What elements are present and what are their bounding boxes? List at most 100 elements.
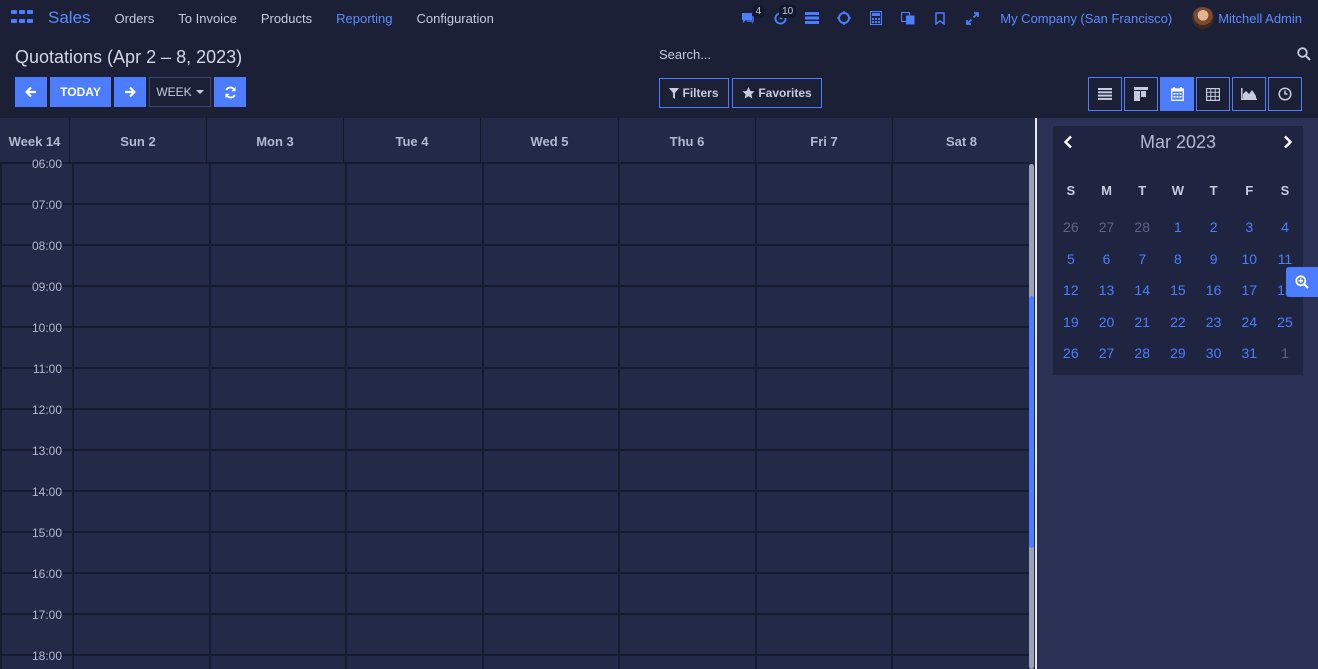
mini-calendar-week: 26 27 28 29 30 31 1 <box>1053 345 1303 361</box>
calculator-icon <box>870 11 883 25</box>
next-button[interactable] <box>114 77 146 107</box>
hour-row[interactable]: 17:00 <box>0 574 1030 622</box>
hour-row[interactable]: 11:00 <box>0 328 1030 376</box>
hour-row[interactable]: 08:00 <box>0 205 1030 253</box>
chevron-right-icon[interactable] <box>1283 135 1293 149</box>
user-avatar[interactable] <box>1192 7 1215 29</box>
day-cell[interactable]: 25 <box>1267 314 1303 330</box>
day-cell[interactable]: 15 <box>1160 282 1196 298</box>
search-icon[interactable] <box>1297 47 1311 61</box>
view-activity-button[interactable] <box>1268 77 1302 111</box>
calendar-scroll-thumb[interactable] <box>1029 296 1034 548</box>
day-cell[interactable]: 16 <box>1196 282 1232 298</box>
hour-row[interactable]: 12:00 <box>0 369 1030 417</box>
favorites-button[interactable]: Favorites <box>732 78 822 108</box>
day-cell[interactable]: 8 <box>1160 251 1196 267</box>
day-cell[interactable]: 14 <box>1124 282 1160 298</box>
day-cell[interactable]: 19 <box>1053 314 1089 330</box>
refresh-button[interactable] <box>214 77 246 107</box>
language-button[interactable] <box>892 0 924 36</box>
menu-reporting[interactable]: Reporting <box>324 11 404 26</box>
day-cell[interactable]: 23 <box>1196 314 1232 330</box>
table-icon <box>1206 87 1220 101</box>
time-grid[interactable]: 06:00 07:00 08:00 09:00 10:00 11:00 12:0… <box>0 157 1030 669</box>
day-cell[interactable]: 31 <box>1231 345 1267 361</box>
list-toggle-button[interactable] <box>796 0 828 36</box>
mini-calendar-title: Mar 2023 <box>1139 131 1217 152</box>
bookmark-icon <box>935 11 945 25</box>
menu-configuration[interactable]: Configuration <box>405 11 506 26</box>
day-cell[interactable]: 27 <box>1089 219 1125 235</box>
hour-row[interactable]: 10:00 <box>0 287 1030 335</box>
day-cell[interactable]: 1 <box>1267 345 1303 361</box>
day-cell[interactable]: 1 <box>1160 219 1196 235</box>
calculator-button[interactable] <box>860 0 892 36</box>
search-input[interactable] <box>659 44 1279 62</box>
hour-row[interactable]: 15:00 <box>0 492 1030 540</box>
previous-button[interactable] <box>15 77 47 107</box>
day-cell[interactable]: 27 <box>1089 345 1125 361</box>
company-switcher[interactable]: My Company (San Francisco) <box>1000 11 1172 26</box>
day-cell[interactable]: 20 <box>1089 314 1125 330</box>
messages-button[interactable]: 4 <box>732 0 765 36</box>
day-cell[interactable]: 11 <box>1267 251 1303 267</box>
view-list-button[interactable] <box>1088 77 1122 111</box>
grid-line <box>72 164 74 669</box>
menu-orders[interactable]: Orders <box>103 11 167 26</box>
day-cell[interactable]: 24 <box>1231 314 1267 330</box>
day-cell[interactable]: 9 <box>1196 251 1232 267</box>
scale-label: WEEK <box>156 85 192 99</box>
today-button[interactable]: TODAY <box>50 77 111 107</box>
day-cell[interactable]: 17 <box>1231 282 1267 298</box>
grid-line <box>482 164 484 669</box>
view-kanban-button[interactable] <box>1124 77 1158 111</box>
hour-row[interactable]: 14:00 <box>0 451 1030 499</box>
hour-row[interactable]: 06:00 <box>0 123 1030 171</box>
day-cell[interactable]: 22 <box>1160 314 1196 330</box>
activities-badge: 10 <box>779 5 797 18</box>
day-cell[interactable]: 30 <box>1196 345 1232 361</box>
day-cell[interactable]: 28 <box>1124 219 1160 235</box>
debug-button[interactable] <box>828 0 860 36</box>
day-cell[interactable]: 29 <box>1160 345 1196 361</box>
view-graph-button[interactable] <box>1232 77 1266 111</box>
hour-row[interactable]: 18:00 <box>0 615 1030 663</box>
grid-line <box>345 164 347 669</box>
view-calendar-button[interactable] <box>1160 77 1194 111</box>
weekday-label: F <box>1245 183 1254 198</box>
menu-to-invoice[interactable]: To Invoice <box>166 11 249 26</box>
hour-row[interactable]: 16:00 <box>0 533 1030 581</box>
scale-dropdown[interactable]: WEEK <box>149 77 211 107</box>
zoom-button[interactable] <box>1286 267 1318 297</box>
user-menu[interactable]: Mitchell Admin <box>1218 11 1302 26</box>
day-cell[interactable]: 3 <box>1231 219 1267 235</box>
fullscreen-button[interactable] <box>956 0 988 36</box>
apps-grid-icon[interactable] <box>11 10 33 26</box>
day-cell[interactable]: 7 <box>1124 251 1160 267</box>
chevron-left-icon[interactable] <box>1063 135 1073 149</box>
day-cell[interactable]: 10 <box>1231 251 1267 267</box>
bookmark-button[interactable] <box>924 0 956 36</box>
day-cell[interactable]: 13 <box>1089 282 1125 298</box>
day-cell[interactable]: 6 <box>1089 251 1125 267</box>
day-cell[interactable]: 12 <box>1053 282 1089 298</box>
grid-line <box>618 164 620 669</box>
day-cell[interactable]: 21 <box>1124 314 1160 330</box>
hour-row[interactable]: 09:00 <box>0 246 1030 294</box>
app-brand[interactable]: Sales <box>48 8 91 28</box>
day-cell[interactable]: 28 <box>1124 345 1160 361</box>
day-cell[interactable]: 2 <box>1196 219 1232 235</box>
day-cell[interactable]: 5 <box>1053 251 1089 267</box>
day-cell[interactable]: 4 <box>1267 219 1303 235</box>
menu-products[interactable]: Products <box>249 11 324 26</box>
weekday-label: T <box>1138 183 1147 198</box>
hour-row[interactable]: 13:00 <box>0 410 1030 458</box>
day-cell[interactable]: 26 <box>1053 219 1089 235</box>
hour-row[interactable]: 07:00 <box>0 164 1030 212</box>
mini-calendar-week: 19 20 21 22 23 24 25 <box>1053 314 1303 330</box>
filters-button[interactable]: Filters <box>659 78 729 108</box>
view-pivot-button[interactable] <box>1196 77 1230 111</box>
day-cell[interactable]: 26 <box>1053 345 1089 361</box>
weekday-label: S <box>1280 183 1290 198</box>
activities-button[interactable]: 10 <box>764 0 797 36</box>
